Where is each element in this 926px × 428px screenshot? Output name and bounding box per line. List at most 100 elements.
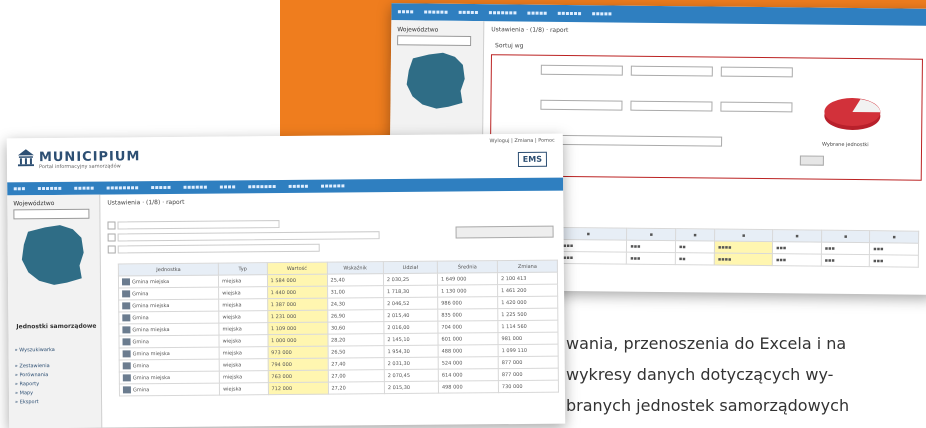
logo[interactable]: MUNICIPIUM Portal informacyjny samorządó…: [17, 147, 141, 170]
sidebar-link[interactable]: » Eksport: [15, 399, 39, 405]
row-icon: [122, 302, 131, 310]
filter-field[interactable]: [630, 65, 713, 77]
nav-item[interactable]: ▪▪▪▪▪: [151, 184, 171, 191]
table-cell: miejska: [218, 298, 268, 312]
row-icon: [122, 326, 131, 334]
table-cell: 1 387 000: [267, 298, 328, 311]
table-cell: Gmina: [118, 287, 219, 300]
cell-text: Gmina miejska: [132, 327, 170, 334]
cell-text: Gmina: [132, 291, 149, 298]
table-cell: 30,60: [327, 321, 384, 335]
sidebar-link[interactable]: » Wyszukiwarka: [15, 347, 55, 353]
region-select[interactable]: [13, 208, 90, 220]
nav-item[interactable]: ▪▪▪▪▪▪▪: [248, 183, 277, 190]
article-line: wania, przenoszenia do Excela i na: [566, 334, 847, 353]
filter-field[interactable]: [720, 101, 793, 113]
nav-item[interactable]: ▪▪▪▪: [219, 183, 235, 190]
table-cell: Gmina: [119, 359, 220, 372]
table-cell: wiejska: [219, 358, 268, 372]
row-icon: [122, 374, 131, 382]
sidebar-link[interactable]: » Raporty: [15, 381, 39, 387]
row-icon: [122, 314, 131, 322]
table-cell: 31,00: [327, 285, 384, 299]
column-header[interactable]: Wskaźnik: [326, 261, 384, 275]
sidebar-heading: Jednostki samorządowe: [16, 322, 97, 331]
checkbox[interactable]: [107, 233, 116, 242]
row-icon: [122, 350, 131, 358]
filter-label: Sortuj wg: [495, 42, 524, 50]
column-header[interactable]: Jednostka: [118, 263, 219, 276]
table-cell: Gmina: [118, 335, 220, 348]
table-cell: Gmina miejska: [119, 371, 220, 384]
table-cell: miejska: [218, 322, 268, 336]
column-header[interactable]: Wartość: [266, 262, 327, 275]
sidebar-link[interactable]: » Mapy: [15, 390, 33, 396]
nav-item[interactable]: ▪▪▪▪▪▪▪▪: [106, 184, 139, 191]
row-icon: [121, 278, 131, 286]
filter-field[interactable]: [630, 100, 713, 112]
column-header[interactable]: Udział: [383, 261, 438, 274]
table-cell: 24,30: [327, 297, 384, 311]
table-cell: Gmina: [119, 383, 220, 396]
table-cell: 704 000: [437, 320, 498, 334]
sidebar-link[interactable]: » Zestawienia: [15, 363, 50, 369]
nav-item[interactable]: ▪▪▪▪▪: [527, 10, 547, 17]
column-header[interactable]: Typ: [218, 262, 267, 276]
table-cell: miejska: [219, 346, 268, 360]
sidebar-select-label: Województwo: [13, 200, 55, 208]
table-cell: 2 030,25: [383, 273, 438, 286]
nav-item[interactable]: ▪▪▪▪▪: [288, 183, 308, 190]
table-cell: Gmina miejska: [119, 347, 220, 360]
apply-button[interactable]: [799, 155, 824, 166]
table-cell: 2 046,52: [383, 297, 438, 310]
sidebar-link[interactable]: » Porównania: [15, 372, 49, 378]
checkbox[interactable]: [107, 245, 116, 254]
building-logo-icon: [17, 149, 34, 167]
filter-field[interactable]: [540, 64, 623, 76]
table-cell: 1 231 000: [267, 310, 328, 323]
table-cell: 730 000: [498, 380, 559, 393]
nav-item[interactable]: ▪▪▪: [13, 185, 25, 192]
nav-item[interactable]: ▪▪▪▪▪▪: [320, 182, 344, 189]
breadcrumb: Ustawienia · (1/8) · raport: [491, 26, 569, 35]
column-header[interactable]: Zmiana: [497, 260, 558, 273]
cell-text: Gmina: [132, 363, 150, 370]
nav-item[interactable]: ▪▪▪▪▪▪: [424, 8, 448, 15]
table-cell: 1 954,30: [383, 345, 439, 358]
nav-item[interactable]: ▪▪▪▪▪: [458, 9, 478, 16]
nav-item[interactable]: ▪▪▪▪▪▪: [183, 184, 207, 191]
table-cell: 981 000: [497, 332, 559, 345]
table-cell: wiejska: [218, 310, 268, 324]
poland-map-icon[interactable]: [402, 50, 469, 111]
filter-range-field[interactable]: [540, 134, 723, 147]
front-screenshot-window: MUNICIPIUM Portal informacyjny samorządó…: [6, 133, 566, 428]
table-cell: 25,40: [326, 273, 384, 287]
export-excel-button[interactable]: [455, 225, 554, 239]
nav-item[interactable]: ▪▪▪▪: [397, 8, 413, 15]
breadcrumb: Ustawienia · (1/8) · raport: [107, 198, 185, 207]
column-header[interactable]: Średnia: [437, 260, 498, 274]
cell-text: Gmina miejska: [132, 351, 170, 358]
table-cell: 2 015,40: [383, 309, 438, 322]
table-cell: 1 130 000: [437, 284, 498, 298]
nav-item[interactable]: ▪▪▪▪▪▪▪: [488, 9, 517, 16]
ems-badge[interactable]: EMS: [517, 151, 548, 167]
filter-field[interactable]: [540, 99, 623, 111]
nav-item[interactable]: ▪▪▪▪▪: [592, 10, 612, 17]
table-cell: miejska: [218, 274, 268, 288]
logo-subtitle: Portal informacyjny samorządów: [38, 163, 121, 171]
table-row[interactable]: Gmina wiejska 712 000 27,20 2 015,30 498 000 7…: [119, 380, 559, 396]
table-cell: 27,40: [327, 357, 385, 371]
region-select[interactable]: [397, 35, 472, 46]
nav-item[interactable]: ▪▪▪▪▪▪: [37, 185, 61, 192]
checkbox[interactable]: [107, 221, 116, 230]
table-cell: 1 584 000: [266, 274, 328, 287]
table-cell: 524 000: [438, 356, 499, 370]
nav-item[interactable]: ▪▪▪▪▪▪: [557, 10, 581, 17]
table-cell: 2 070,45: [384, 369, 439, 382]
table-cell: 27,00: [327, 369, 385, 383]
filter-field[interactable]: [720, 66, 793, 78]
top-links[interactable]: Wyloguj | Zmiana | Pomoc: [489, 138, 554, 145]
nav-item[interactable]: ▪▪▪▪▪: [74, 185, 94, 192]
poland-map-icon[interactable]: [15, 223, 90, 288]
